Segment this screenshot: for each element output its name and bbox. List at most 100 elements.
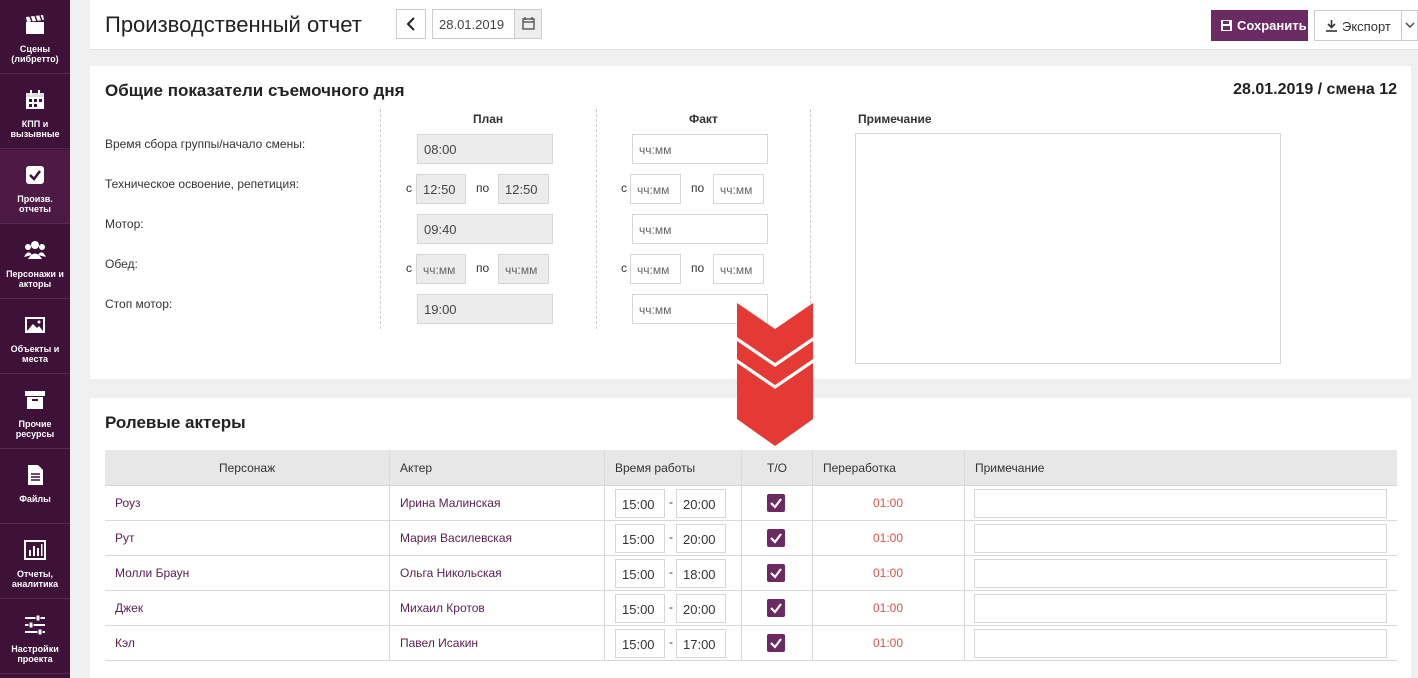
chevron-left-icon	[406, 17, 415, 31]
row-note-input[interactable]	[974, 594, 1387, 623]
plan-rehearsal-to-input[interactable]: 12:50	[498, 174, 549, 204]
actor-name: Ирина Малинская	[400, 496, 501, 510]
column-header-to: Т/О	[767, 461, 787, 475]
bar-chart-icon	[24, 540, 46, 560]
row-note-input[interactable]	[974, 524, 1387, 553]
table-row: Джек Михаил Кротов 15:00 - 20:00 01:00	[105, 591, 1397, 626]
row-label: Стоп мотор:	[105, 297, 173, 311]
plan-rehearsal-from-input[interactable]: 12:50	[416, 174, 466, 204]
date-picker[interactable]: 28.01.2019	[432, 9, 542, 39]
date-input-value[interactable]: 28.01.2019	[439, 17, 504, 32]
row-note-input[interactable]	[974, 629, 1387, 658]
fact-lunch-to-input[interactable]: чч:мм	[713, 254, 764, 284]
check-icon	[770, 603, 782, 614]
from-label: с	[621, 181, 627, 195]
sidebar-item-label: Объекты и места	[10, 344, 60, 364]
column-header-actor: Актер	[400, 461, 433, 475]
page-title: Производственный отчет	[105, 12, 362, 37]
work-start-input[interactable]: 15:00	[615, 594, 665, 623]
note-textarea[interactable]	[855, 133, 1281, 364]
actor-name: Михаил Кротов	[400, 601, 485, 615]
row-label: Техническое освоение, репетиция:	[105, 177, 300, 191]
image-icon	[25, 317, 45, 333]
checkbox-icon	[26, 166, 44, 184]
plan-lunch-from-input[interactable]: чч:мм	[416, 254, 466, 284]
work-start-input[interactable]: 15:00	[615, 489, 665, 518]
check-icon	[770, 498, 782, 509]
row-note-input[interactable]	[974, 489, 1387, 518]
actor-name: Ольга Никольская	[400, 566, 502, 580]
work-end-input[interactable]: 18:00	[676, 559, 726, 588]
to-checkbox[interactable]	[767, 599, 785, 617]
sidebar-item-characters[interactable]: Персонажи и акторы	[0, 225, 70, 299]
plan-motor-input[interactable]: 09:40	[417, 214, 553, 244]
work-start-input[interactable]: 15:00	[615, 524, 665, 553]
column-divider	[380, 109, 381, 329]
sidebar-item-files[interactable]: Файлы	[0, 450, 70, 524]
sidebar-item-label: Отчеты, аналитика	[11, 569, 59, 589]
actor-name: Павел Исакин	[400, 636, 479, 650]
row-label: Обед:	[105, 257, 138, 271]
work-end-input[interactable]: 20:00	[676, 524, 726, 553]
work-start-input[interactable]: 15:00	[615, 559, 665, 588]
sidebar: Сцены (либретто) КПП и вызывные Произв. …	[0, 0, 70, 678]
work-end-input[interactable]: 20:00	[676, 489, 726, 518]
calendar-button[interactable]	[514, 10, 541, 38]
export-dropdown-toggle[interactable]	[1401, 11, 1417, 40]
table-row: Молли Браун Ольга Никольская 15:00 - 18:…	[105, 556, 1397, 591]
sidebar-item-label: Персонажи и акторы	[6, 269, 64, 289]
column-header-note: Примечание	[975, 461, 1045, 475]
fact-start-input[interactable]: чч:мм	[632, 134, 768, 164]
to-checkbox[interactable]	[767, 564, 785, 582]
note-column-header: Примечание	[858, 112, 932, 126]
to-label: по	[476, 261, 490, 275]
fact-motor-input[interactable]: чч:мм	[632, 214, 768, 244]
fact-rehearsal-to-input[interactable]: чч:мм	[713, 174, 764, 204]
sidebar-item-label: Файлы	[19, 494, 51, 504]
to-label: по	[691, 181, 705, 195]
save-button-label: Сохранить	[1237, 18, 1307, 33]
export-button[interactable]: Экспорт	[1314, 10, 1418, 41]
section-title: Общие показатели съемочного дня	[105, 81, 405, 100]
sidebar-item-scenes[interactable]: Сцены (либретто)	[0, 0, 70, 74]
sidebar-item-settings[interactable]: Настройки проекта	[0, 600, 70, 674]
to-checkbox[interactable]	[767, 494, 785, 512]
work-start-input[interactable]: 15:00	[615, 629, 665, 658]
check-icon	[770, 568, 782, 579]
check-icon	[770, 638, 782, 649]
save-button[interactable]: Сохранить	[1211, 10, 1308, 41]
sidebar-item-kpp[interactable]: КПП и вызывные	[0, 75, 70, 149]
overtime-value: 01:00	[873, 601, 904, 615]
to-label: по	[691, 261, 705, 275]
work-end-input[interactable]: 20:00	[676, 594, 726, 623]
column-header-overtime: Переработка	[823, 461, 896, 475]
to-checkbox[interactable]	[767, 529, 785, 547]
sidebar-item-analytics[interactable]: Отчеты, аналитика	[0, 525, 70, 599]
from-label: с	[406, 261, 412, 275]
calendar-icon	[26, 90, 44, 109]
work-end-input[interactable]: 17:00	[676, 629, 726, 658]
plan-start-input[interactable]: 08:00	[417, 134, 553, 164]
character-name: Роуз	[115, 496, 141, 510]
row-note-input[interactable]	[974, 559, 1387, 588]
plan-stop-motor-input[interactable]: 19:00	[417, 294, 553, 324]
from-label: с	[621, 261, 627, 275]
to-checkbox[interactable]	[767, 634, 785, 652]
to-label: по	[476, 181, 490, 195]
row-label: Мотор:	[105, 217, 144, 231]
calendar-icon	[522, 17, 535, 30]
sidebar-item-reports[interactable]: Произв. отчеты	[0, 150, 70, 224]
time-separator: -	[669, 495, 673, 509]
download-icon	[1326, 20, 1337, 32]
sidebar-item-resources[interactable]: Прочие ресурсы	[0, 375, 70, 449]
fact-rehearsal-from-input[interactable]: чч:мм	[630, 174, 681, 204]
sidebar-item-label: Произв. отчеты	[17, 194, 53, 214]
fact-lunch-from-input[interactable]: чч:мм	[630, 254, 681, 284]
prev-date-button[interactable]	[396, 9, 426, 39]
sidebar-item-label: Сцены (либретто)	[11, 44, 59, 64]
plan-lunch-to-input[interactable]: чч:мм	[498, 254, 549, 284]
sidebar-item-locations[interactable]: Объекты и места	[0, 300, 70, 374]
table-row: Кэл Павел Исакин 15:00 - 17:00 01:00	[105, 626, 1397, 661]
people-icon	[24, 241, 46, 259]
sidebar-item-label: Настройки проекта	[11, 644, 59, 664]
